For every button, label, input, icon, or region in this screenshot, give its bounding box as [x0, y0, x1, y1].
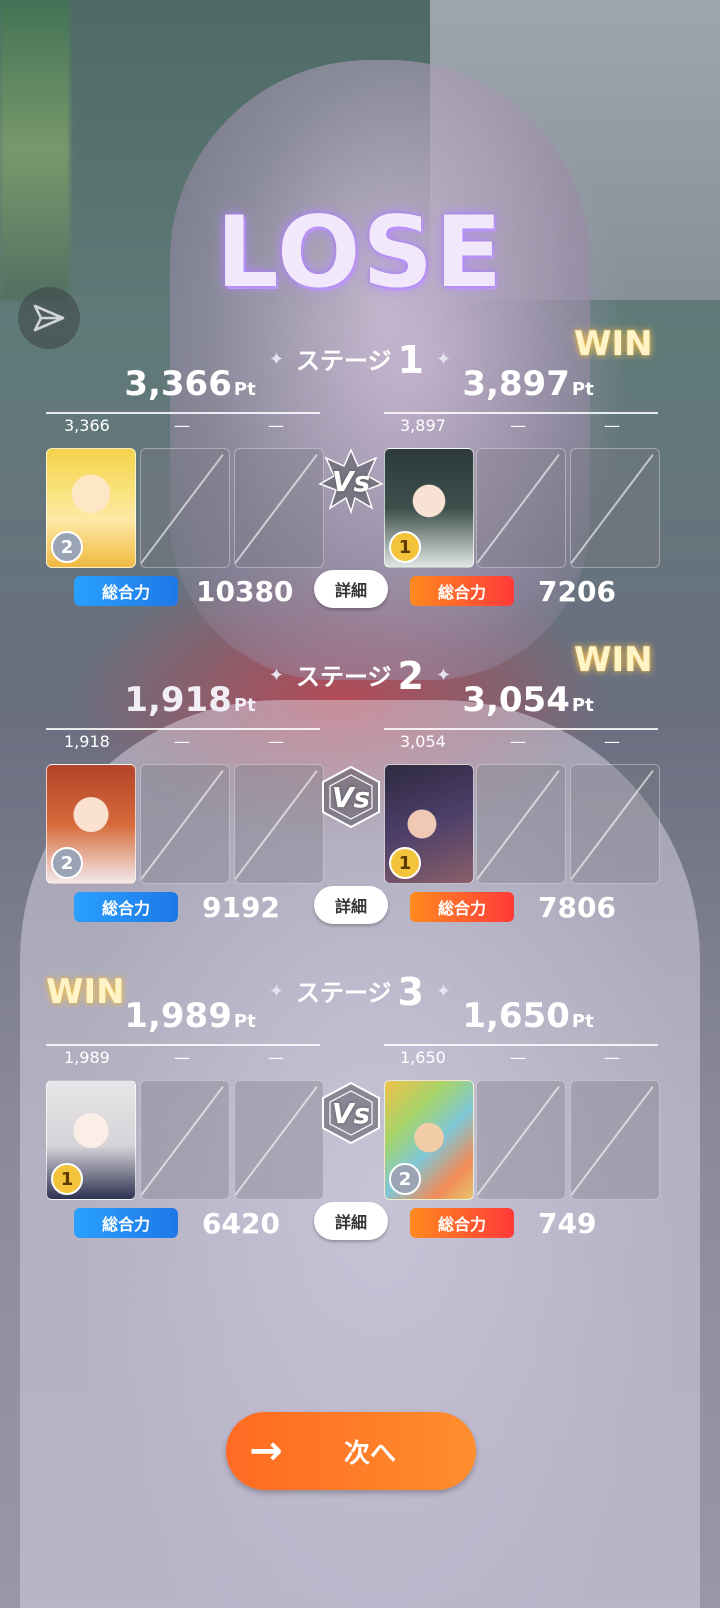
stage-1: ✦ ステージ 1 ✦ WIN 3,366 Pt 3,897 Pt 3,366 — — 3,… [0, 324, 720, 658]
rank-badge: 2 [389, 1163, 421, 1195]
result-title: LOSE [216, 196, 504, 310]
right-total-power: 総合力 7206 [410, 575, 616, 608]
right-total-points: 3,897 Pt [462, 364, 594, 404]
left-total-points: 1,918 Pt [124, 680, 256, 720]
member-card[interactable]: 2 [46, 448, 136, 568]
stage-2: ✦ ステージ 2 ✦ WIN 1,918 Pt 3,054 Pt 1,918 — — 3,… [0, 640, 720, 974]
stage-3: ✦ ステージ 3 ✦ WIN 1,989 Pt 1,650 Pt 1,989 — — 1,… [0, 970, 720, 1290]
arrow-right-icon: → [249, 1428, 283, 1474]
empty-slot [570, 448, 660, 568]
empty-slot [476, 764, 566, 884]
right-total-points: 3,054 Pt [462, 680, 594, 720]
rank-badge: 2 [51, 847, 83, 879]
divider [384, 728, 658, 730]
left-total-power: 総合力 9192 [74, 891, 280, 924]
member-card[interactable]: 2 [46, 764, 136, 884]
member-card[interactable]: 2 [384, 1080, 474, 1200]
empty-slot [570, 764, 660, 884]
left-total-power: 総合力 6420 [74, 1207, 280, 1240]
vs-emblem: Vs [318, 764, 384, 830]
divider [46, 1044, 320, 1046]
empty-slot [476, 448, 566, 568]
member-card[interactable]: 1 [384, 448, 474, 568]
left-total-points: 3,366 Pt [124, 364, 256, 404]
empty-slot [140, 764, 230, 884]
share-icon [33, 304, 65, 332]
right-total-power: 総合力 749 [410, 1207, 596, 1240]
rank-badge: 2 [51, 531, 83, 563]
member-card[interactable]: 1 [46, 1080, 136, 1200]
empty-slot [140, 448, 230, 568]
detail-button[interactable]: 詳細 [314, 886, 388, 924]
empty-slot [140, 1080, 230, 1200]
win-badge: WIN [574, 324, 653, 364]
detail-button[interactable]: 詳細 [314, 570, 388, 608]
detail-button[interactable]: 詳細 [314, 1202, 388, 1240]
divider [384, 412, 658, 414]
next-button[interactable]: → 次へ [226, 1412, 476, 1490]
empty-slot [234, 1080, 324, 1200]
rank-badge: 1 [51, 1163, 83, 1195]
empty-slot [570, 1080, 660, 1200]
empty-slot [234, 764, 324, 884]
left-total-power: 総合力 10380 [74, 575, 293, 608]
vs-emblem: Vs [318, 1080, 384, 1146]
right-total-points: 1,650 Pt [462, 996, 594, 1036]
vs-emblem: Vs [318, 448, 384, 514]
member-card[interactable]: 1 [384, 764, 474, 884]
rank-badge: 1 [389, 847, 421, 879]
empty-slot [234, 448, 324, 568]
rank-badge: 1 [389, 531, 421, 563]
left-total-points: 1,989 Pt [124, 996, 256, 1036]
empty-slot [476, 1080, 566, 1200]
win-badge: WIN [574, 640, 653, 680]
divider [46, 412, 320, 414]
divider [46, 728, 320, 730]
right-total-power: 総合力 7806 [410, 891, 616, 924]
divider [384, 1044, 658, 1046]
